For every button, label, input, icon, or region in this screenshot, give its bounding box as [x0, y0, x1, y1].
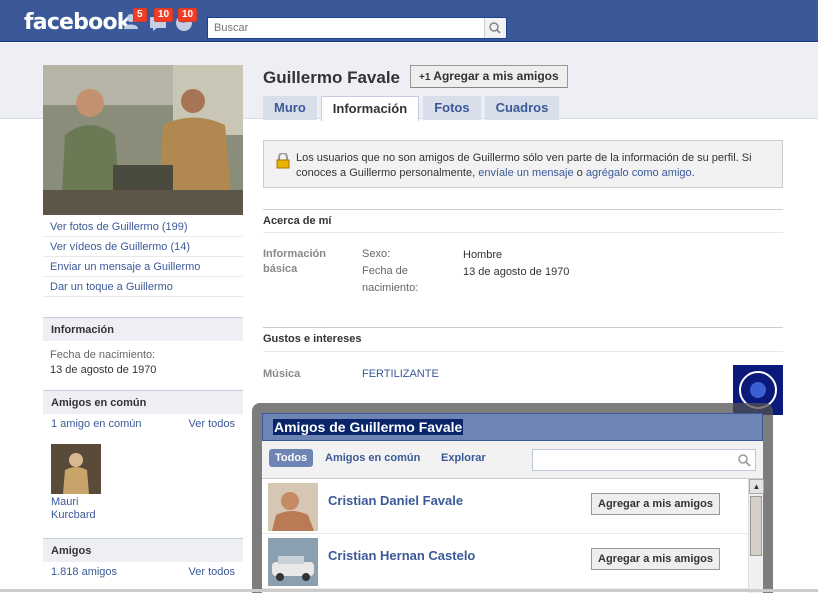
- search-button[interactable]: [484, 18, 506, 38]
- dialog-scrollbar[interactable]: ▲: [748, 479, 764, 593]
- sex-value: Hombre: [463, 249, 503, 261]
- filter-explore[interactable]: Explorar: [441, 452, 486, 464]
- dialog-title: Amigos de Guillermo Favale: [273, 419, 464, 435]
- search-box: [207, 17, 507, 39]
- notifications-badge: 10: [178, 8, 198, 22]
- scroll-up-arrow-icon[interactable]: ▲: [749, 479, 764, 494]
- dialog-friend-list: Cristian Daniel Favale Agregar a mis ami…: [262, 479, 748, 589]
- top-bar: facebook 5 10 10: [0, 0, 818, 42]
- mutual-friend-photo[interactable]: [51, 444, 101, 494]
- friends-title: Amigos: [43, 538, 243, 562]
- view-videos-link[interactable]: Ver vídeos de Guillermo (14): [43, 237, 243, 257]
- notice-middle: o: [573, 167, 586, 179]
- profile-tabs: Muro Información Fotos Cuadros: [263, 96, 563, 121]
- send-message-notice-link[interactable]: envíale un mensaje: [478, 167, 573, 179]
- interests-divider: [263, 351, 783, 352]
- profile-name: Guillermo Favale: [263, 68, 400, 87]
- notifications-jewel[interactable]: 10: [174, 8, 198, 32]
- messages-jewel[interactable]: 10: [148, 8, 174, 32]
- profile-picture[interactable]: [43, 65, 243, 215]
- lock-icon: [276, 153, 290, 169]
- mutual-friend[interactable]: Mauri Kurcbard: [51, 444, 111, 522]
- filter-all[interactable]: Todos: [269, 449, 314, 467]
- about-divider: [263, 232, 783, 233]
- friend-requests-jewel[interactable]: 5: [123, 8, 147, 32]
- scroll-thumb[interactable]: [750, 496, 762, 556]
- dialog-title-bar: Amigos de Guillermo Favale: [262, 413, 763, 441]
- tab-photos[interactable]: Fotos: [423, 96, 481, 120]
- facebook-logo[interactable]: facebook: [24, 10, 131, 35]
- info-block: Fecha de nacimiento: 13 de agosto de 197…: [43, 341, 243, 384]
- add-friend-button[interactable]: Agregar a mis amigos: [591, 493, 720, 515]
- info-section-title: Información: [43, 317, 243, 341]
- birth-value: 13 de agosto de 1970: [50, 364, 157, 376]
- mutual-friend-name[interactable]: Mauri Kurcbard: [51, 496, 111, 522]
- friend-name-link[interactable]: Cristian Daniel Favale: [328, 493, 463, 508]
- poke-link[interactable]: Dar un toque a Guillermo: [43, 277, 243, 297]
- tab-boxes[interactable]: Cuadros: [484, 96, 560, 120]
- birth-label: Fecha de nacimiento:: [50, 349, 156, 361]
- tab-info[interactable]: Información: [320, 96, 420, 121]
- privacy-notice: Los usuarios que no son amigos de Guille…: [263, 140, 783, 188]
- friend-photo[interactable]: [268, 538, 318, 586]
- add-friend-button[interactable]: +1 Agregar a mis amigos: [410, 65, 568, 88]
- music-label: Música: [263, 368, 301, 380]
- dialog-search-input[interactable]: [533, 450, 729, 470]
- messages-badge: 10: [154, 8, 174, 22]
- list-item: Cristian Daniel Favale Agregar a mis ami…: [262, 479, 748, 534]
- about-section-title: Acerca de mí: [263, 209, 783, 227]
- music-value-link[interactable]: FERTILIZANTE: [362, 368, 439, 380]
- mutual-friends-count-link[interactable]: 1 amigo en común: [51, 418, 142, 430]
- friend-photo-image: [268, 483, 318, 531]
- add-friend-notice-link[interactable]: agrégalo como amigo: [586, 167, 692, 179]
- mutual-friends-row: 1 amigo en común Ver todos: [43, 414, 243, 434]
- friend-requests-badge: 5: [133, 8, 147, 22]
- dialog-filter-bar: Todos Amigos en común Explorar: [262, 441, 763, 479]
- friend-photo-image: [51, 444, 101, 494]
- add-friend-button[interactable]: Agregar a mis amigos: [591, 548, 720, 570]
- send-message-link[interactable]: Enviar un mensaje a Guillermo: [43, 257, 243, 277]
- profile-photo-image: [43, 65, 243, 215]
- mutual-friends-title: Amigos en común: [43, 390, 243, 414]
- notice-end: .: [691, 167, 695, 179]
- mutual-see-all-link[interactable]: Ver todos: [189, 418, 235, 430]
- add-friend-plus-icon: +1: [419, 72, 431, 83]
- left-column: Ver fotos de Guillermo (199) Ver vídeos …: [43, 65, 243, 582]
- dialog-search-box: [532, 449, 756, 471]
- view-photos-link[interactable]: Ver fotos de Guillermo (199): [43, 217, 243, 237]
- friends-dialog: Amigos de Guillermo Favale Todos Amigos …: [262, 413, 764, 593]
- list-item: Cristian Hernan Castelo Agregar a mis am…: [262, 534, 748, 589]
- search-input[interactable]: [208, 18, 478, 38]
- search-icon[interactable]: [737, 453, 751, 467]
- sex-label: Sexo:: [362, 248, 391, 260]
- interests-section-title: Gustos e intereses: [263, 327, 783, 345]
- search-icon: [489, 22, 501, 34]
- friend-photo-image: [268, 538, 318, 586]
- filter-mutual[interactable]: Amigos en común: [325, 452, 420, 464]
- friends-row: 1.818 amigos Ver todos: [43, 562, 243, 582]
- birth-date-value: 13 de agosto de 1970: [463, 266, 570, 278]
- friends-count-link[interactable]: 1.818 amigos: [51, 566, 117, 578]
- friend-name-link[interactable]: Cristian Hernan Castelo: [328, 548, 475, 563]
- add-friend-label: Agregar a mis amigos: [433, 69, 559, 83]
- friends-see-all-link[interactable]: Ver todos: [189, 566, 235, 578]
- basic-info-label: Información básica: [263, 248, 326, 275]
- birth-date-label: Fecha de nacimiento:: [362, 265, 419, 294]
- friend-photo[interactable]: [268, 483, 318, 531]
- tab-wall[interactable]: Muro: [263, 96, 317, 120]
